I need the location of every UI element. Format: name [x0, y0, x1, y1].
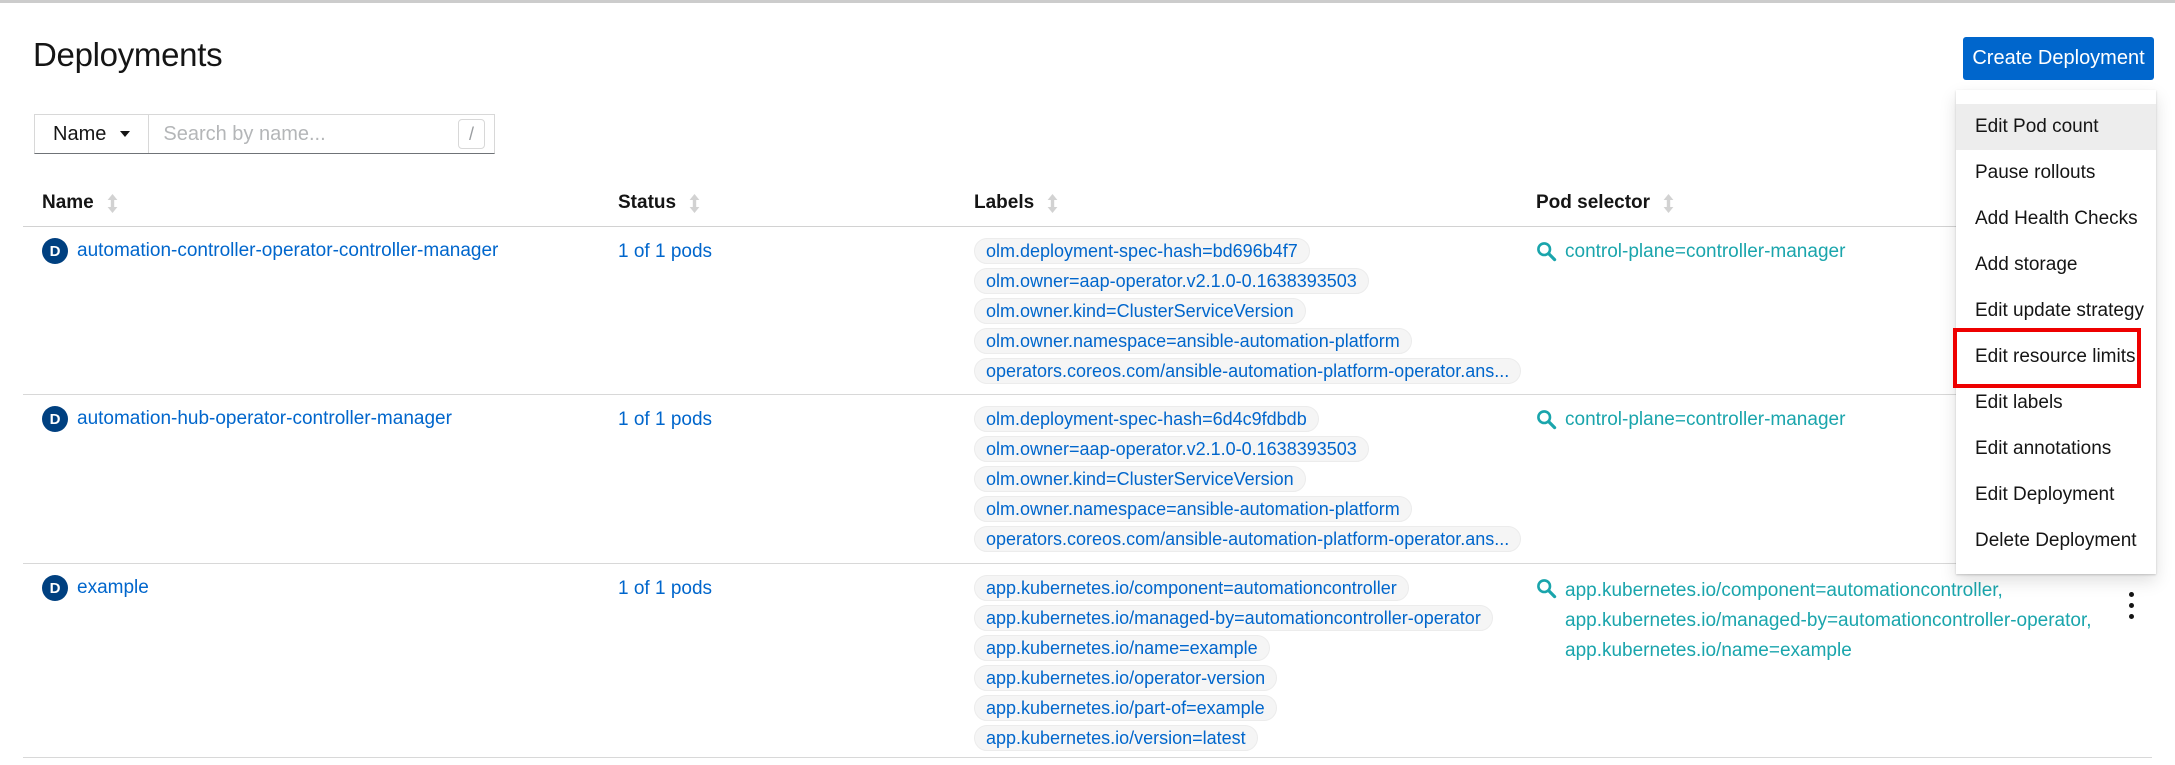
name-cell: D automation-hub-operator-controller-man…	[42, 406, 452, 432]
filter-type-label: Name	[53, 123, 106, 146]
sort-icon	[688, 194, 701, 213]
pods-status-link[interactable]: 1 of 1 pods	[618, 578, 712, 599]
label-chip[interactable]: olm.owner.namespace=ansible-automation-p…	[974, 496, 1412, 522]
label-chip[interactable]: olm.deployment-spec-hash=6d4c9fdbdb	[974, 406, 1319, 432]
kebab-menu-button[interactable]	[2125, 588, 2138, 623]
pod-selector-link[interactable]: app.kubernetes.io/component=automationco…	[1565, 576, 2092, 666]
table-row: D automation-controller-operator-control…	[23, 227, 2152, 395]
column-header-label: Pod selector	[1536, 192, 1650, 214]
create-deployment-button[interactable]: Create Deployment	[1963, 37, 2154, 80]
shortcut-badge: /	[458, 119, 485, 149]
deployment-badge: D	[42, 406, 68, 432]
menu-item[interactable]: Edit resource limits	[1956, 334, 2156, 380]
column-header-label: Labels	[974, 192, 1034, 214]
pods-status-link[interactable]: 1 of 1 pods	[618, 241, 712, 262]
table-row: D automation-hub-operator-controller-man…	[23, 395, 2152, 564]
search-icon	[1536, 578, 1557, 604]
search-icon	[1536, 241, 1557, 267]
status-cell: 1 of 1 pods	[618, 241, 712, 263]
name-cell: D example	[42, 575, 149, 601]
search-icon	[1536, 409, 1557, 435]
pods-status-link[interactable]: 1 of 1 pods	[618, 409, 712, 430]
chevron-down-icon	[120, 131, 130, 137]
menu-item[interactable]: Pause rollouts	[1956, 150, 2156, 196]
menu-item[interactable]: Edit update strategy	[1956, 288, 2156, 334]
status-cell: 1 of 1 pods	[618, 578, 712, 600]
deployment-name-link[interactable]: automation-controller-operator-controlle…	[77, 240, 498, 262]
label-chip[interactable]: app.kubernetes.io/managed-by=automationc…	[974, 605, 1493, 631]
name-cell: D automation-controller-operator-control…	[42, 238, 498, 264]
deployment-badge: D	[42, 575, 68, 601]
pod-selector-cell: control-plane=controller-manager	[1536, 407, 1845, 435]
deployment-name-link[interactable]: automation-hub-operator-controller-manag…	[77, 408, 452, 430]
page-title: Deployments	[33, 36, 222, 74]
pod-selector-link[interactable]: control-plane=controller-manager	[1565, 239, 1845, 265]
menu-item[interactable]: Edit annotations	[1956, 426, 2156, 472]
labels-list: app.kubernetes.io/component=automationco…	[974, 575, 1493, 751]
sort-icon	[1662, 194, 1675, 213]
filter-type-dropdown[interactable]: Name	[35, 115, 149, 153]
pod-selector-cell: control-plane=controller-manager	[1536, 239, 1845, 267]
label-chip[interactable]: app.kubernetes.io/operator-version	[974, 665, 1277, 691]
label-chip[interactable]: operators.coreos.com/ansible-automation-…	[974, 526, 1521, 552]
label-chip[interactable]: app.kubernetes.io/version=latest	[974, 725, 1258, 751]
pod-selector-link[interactable]: control-plane=controller-manager	[1565, 407, 1845, 433]
column-header[interactable]: Name	[42, 192, 119, 214]
menu-item[interactable]: Edit Pod count	[1956, 104, 2156, 150]
deployment-name-link[interactable]: example	[77, 577, 149, 599]
label-chip[interactable]: olm.owner=aap-operator.v2.1.0-0.16383935…	[974, 268, 1369, 294]
deployment-badge: D	[42, 238, 68, 264]
label-chip[interactable]: operators.coreos.com/ansible-automation-…	[974, 358, 1521, 384]
menu-item[interactable]: Add storage	[1956, 242, 2156, 288]
sort-icon	[106, 194, 119, 213]
table-row: D example 1 of 1 pods app.kubernetes.io/…	[23, 564, 2152, 758]
menu-item[interactable]: Add Health Checks	[1956, 196, 2156, 242]
label-chip[interactable]: olm.owner.kind=ClusterServiceVersion	[974, 466, 1306, 492]
label-chip[interactable]: olm.deployment-spec-hash=bd696b4f7	[974, 238, 1310, 264]
label-chip[interactable]: app.kubernetes.io/component=automationco…	[974, 575, 1409, 601]
label-chip[interactable]: olm.owner.namespace=ansible-automation-p…	[974, 328, 1412, 354]
top-divider	[0, 0, 2175, 3]
context-menu: Edit Pod count Pause rollouts Add Health…	[1956, 90, 2156, 574]
column-header-label: Status	[618, 192, 676, 214]
column-header[interactable]: Status	[618, 192, 701, 214]
label-chip[interactable]: olm.owner.kind=ClusterServiceVersion	[974, 298, 1306, 324]
menu-item[interactable]: Delete Deployment	[1956, 518, 2156, 564]
column-header[interactable]: Pod selector	[1536, 192, 1675, 214]
status-cell: 1 of 1 pods	[618, 409, 712, 431]
deployments-page: Deployments Name / Create Deployment Nam…	[0, 0, 2175, 765]
filter-toolbar: Name /	[34, 114, 495, 154]
labels-list: olm.deployment-spec-hash=bd696b4f7 olm.ow…	[974, 238, 1521, 384]
label-chip[interactable]: olm.owner=aap-operator.v2.1.0-0.16383935…	[974, 436, 1369, 462]
label-chip[interactable]: app.kubernetes.io/name=example	[974, 635, 1270, 661]
pod-selector-cell: app.kubernetes.io/component=automationco…	[1536, 576, 2092, 666]
labels-list: olm.deployment-spec-hash=6d4c9fdbdb olm.o…	[974, 406, 1521, 552]
menu-item[interactable]: Edit Deployment	[1956, 472, 2156, 518]
label-chip[interactable]: app.kubernetes.io/part-of=example	[974, 695, 1277, 721]
sort-icon	[1046, 194, 1059, 213]
column-header-label: Name	[42, 192, 94, 214]
column-header[interactable]: Labels	[974, 192, 1059, 214]
menu-item[interactable]: Edit labels	[1956, 380, 2156, 426]
search-input[interactable]	[149, 115, 458, 153]
